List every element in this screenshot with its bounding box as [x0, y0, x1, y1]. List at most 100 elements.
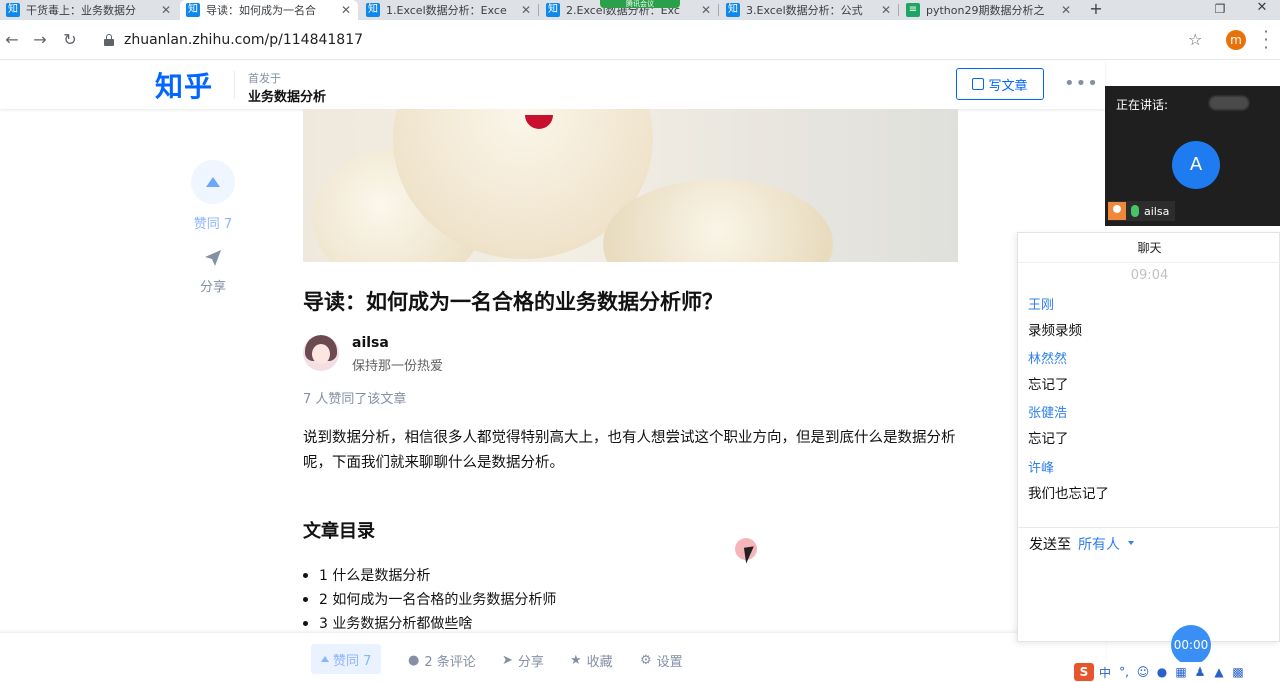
tab-title: 1.Excel数据分析：Exce: [386, 4, 507, 17]
tab-title: 干货毒上：业务数据分: [26, 4, 136, 17]
browser-tab-active[interactable]: 知 导读：如何成为一名合 ✕: [180, 0, 358, 20]
vote-button[interactable]: 赞同 7: [311, 644, 382, 674]
share-button[interactable]: ➤ 分享: [502, 651, 544, 670]
forward-icon[interactable]: →: [30, 30, 50, 50]
back-icon[interactable]: ←: [2, 30, 22, 50]
share-icon[interactable]: [204, 249, 222, 267]
meeting-speaker-panel: 正在讲话: A ailsa: [1105, 86, 1280, 226]
user-icon: [1108, 202, 1126, 220]
bullet-icon: [303, 596, 308, 602]
zhihu-favicon-icon: 知: [546, 3, 560, 17]
speaker-name-blurred: [1209, 96, 1249, 110]
send-to-label: 发送至: [1029, 537, 1071, 553]
chat-message-text: 忘记了: [1028, 431, 1069, 447]
microphone-icon: [1131, 205, 1139, 217]
close-tab-icon[interactable]: ✕: [160, 3, 172, 17]
favorite-button[interactable]: ★ 收藏: [570, 651, 613, 670]
zhihu-header: 知乎 首发于 业务数据分析 写文章 •••: [0, 61, 1105, 109]
sogou-ime-logo-icon[interactable]: S: [1074, 663, 1094, 681]
window-restore-icon[interactable]: ❐: [1212, 2, 1228, 16]
bookmark-star-icon[interactable]: ☆: [1188, 30, 1202, 49]
window-close-icon[interactable]: ✕: [1252, 0, 1272, 18]
tab-title: 3.Excel数据分析：公式: [746, 4, 863, 17]
tab-separator: [718, 4, 719, 16]
side-vote-button[interactable]: [191, 160, 235, 204]
tab-title: 导读：如何成为一名合: [206, 4, 316, 17]
upvote-icon: [321, 656, 329, 662]
vote-button-label: 赞同 7: [333, 653, 372, 669]
zhihu-favicon-icon: 知: [186, 3, 200, 17]
settings-label: 设置: [656, 655, 683, 670]
author-name[interactable]: ailsa: [352, 335, 389, 351]
zhihu-logo[interactable]: 知乎: [155, 65, 213, 105]
close-tab-icon[interactable]: ✕: [1060, 3, 1072, 17]
chat-message-sender: 林然然: [1028, 352, 1068, 367]
article-action-bar: 赞同 7 ● 2 条评论 ➤ 分享 ★ 收藏 ⚙ 设置: [0, 632, 1105, 682]
ime-toolbar: S 中 °, ☺ ● ▦ ♟ ▲ ▩: [1074, 662, 1280, 682]
participant-tag: ailsa: [1108, 201, 1176, 221]
close-tab-icon[interactable]: ✕: [700, 3, 712, 17]
column-link[interactable]: 业务数据分析: [248, 86, 326, 105]
user-icon[interactable]: ♟: [1192, 665, 1208, 679]
browser-tab[interactable]: 知 干货毒上：业务数据分 ✕: [0, 0, 178, 20]
new-tab-button[interactable]: +: [1086, 0, 1106, 20]
article-title: 导读：如何成为一名合格的业务数据分析师？: [303, 290, 723, 314]
tab-separator: [538, 4, 539, 16]
first-published-label: 首发于: [248, 72, 281, 85]
close-tab-icon[interactable]: ✕: [880, 3, 892, 17]
lock-icon[interactable]: [104, 34, 114, 46]
browser-tab[interactable]: 知 1.Excel数据分析：Exce ✕: [360, 0, 538, 20]
author-bio: 保持那一份热爱: [352, 359, 444, 374]
emoji-icon[interactable]: ☺: [1135, 665, 1151, 679]
close-tab-icon[interactable]: ✕: [340, 3, 352, 17]
meeting-indicator[interactable]: 腾讯会议: [600, 0, 680, 8]
zhihu-favicon-icon: 知: [366, 3, 380, 17]
author-avatar[interactable]: [303, 335, 339, 371]
ime-mode-toggle[interactable]: 中: [1097, 664, 1113, 681]
close-tab-icon[interactable]: ✕: [520, 3, 532, 17]
more-options-icon[interactable]: •••: [1064, 73, 1099, 94]
upvote-icon: [206, 177, 220, 187]
toc-item-label: 1 什么是数据分析: [319, 568, 431, 584]
toolbox-icon[interactable]: ▩: [1230, 665, 1246, 679]
ime-punct-toggle[interactable]: °,: [1116, 665, 1132, 679]
write-article-button[interactable]: 写文章: [956, 68, 1044, 100]
meeting-timer[interactable]: 00:00: [1171, 625, 1211, 665]
profile-avatar[interactable]: m: [1226, 30, 1246, 50]
spreadsheet-favicon-icon: ≡: [906, 3, 920, 17]
toc-heading: 文章目录: [303, 521, 375, 542]
settings-button[interactable]: ⚙ 设置: [640, 651, 683, 670]
address-bar[interactable]: zhuanlan.zhihu.com/p/114841817: [124, 32, 363, 48]
side-share-label[interactable]: 分享: [180, 276, 246, 295]
edit-icon: [972, 78, 985, 90]
article-intro: 说到数据分析，相信很多人都觉得特别高大上，也有人想尝试这个职业方向，但是到底什么…: [303, 430, 956, 471]
toc-item-label: 3 业务数据分析都做些啥: [319, 616, 473, 632]
browser-tab[interactable]: 知 3.Excel数据分析：公式 ✕: [720, 0, 898, 20]
toc-item[interactable]: 1 什么是数据分析: [303, 563, 556, 587]
reload-icon[interactable]: ↻: [60, 30, 80, 50]
browser-tab-strip: 知 干货毒上：业务数据分 ✕ 知 导读：如何成为一名合 ✕ 知 1.Excel数…: [0, 0, 1280, 20]
chat-divider: [1018, 527, 1280, 528]
toc-item[interactable]: 2 如何成为一名合格的业务数据分析师: [303, 587, 556, 611]
side-vote-label[interactable]: 赞同 7: [180, 213, 246, 232]
comments-button[interactable]: ● 2 条评论: [408, 651, 476, 670]
browser-menu-icon[interactable]: · · ·: [1262, 24, 1270, 56]
send-target-dropdown[interactable]: 所有人: [1078, 534, 1120, 554]
share-icon: ➤: [502, 653, 513, 668]
toc-item-label: 2 如何成为一名合格的业务数据分析师: [319, 592, 557, 608]
keyboard-icon[interactable]: ▦: [1173, 665, 1189, 679]
browser-tab[interactable]: ≡ python29期数据分析之 ✕: [900, 0, 1078, 20]
star-icon: ★: [570, 653, 582, 668]
bullet-icon: [303, 572, 308, 578]
speaker-avatar: A: [1172, 141, 1220, 189]
article-cover-image: [303, 109, 958, 262]
microphone-icon[interactable]: ●: [1154, 665, 1170, 679]
gear-icon: ⚙: [640, 653, 652, 668]
chevron-down-icon[interactable]: [1128, 541, 1134, 545]
vote-count-text[interactable]: 7 人赞同了该文章: [303, 388, 406, 407]
header-divider: [234, 71, 235, 99]
meeting-chat-panel: 聊天 09:04 王刚 录频录频 林然然 忘记了 张健浩 忘记了 许峰 我们也忘…: [1017, 232, 1280, 642]
skin-icon[interactable]: ▲: [1211, 665, 1227, 679]
chat-message-sender: 张健浩: [1028, 406, 1068, 421]
chat-message-text: 我们也忘记了: [1028, 486, 1109, 502]
